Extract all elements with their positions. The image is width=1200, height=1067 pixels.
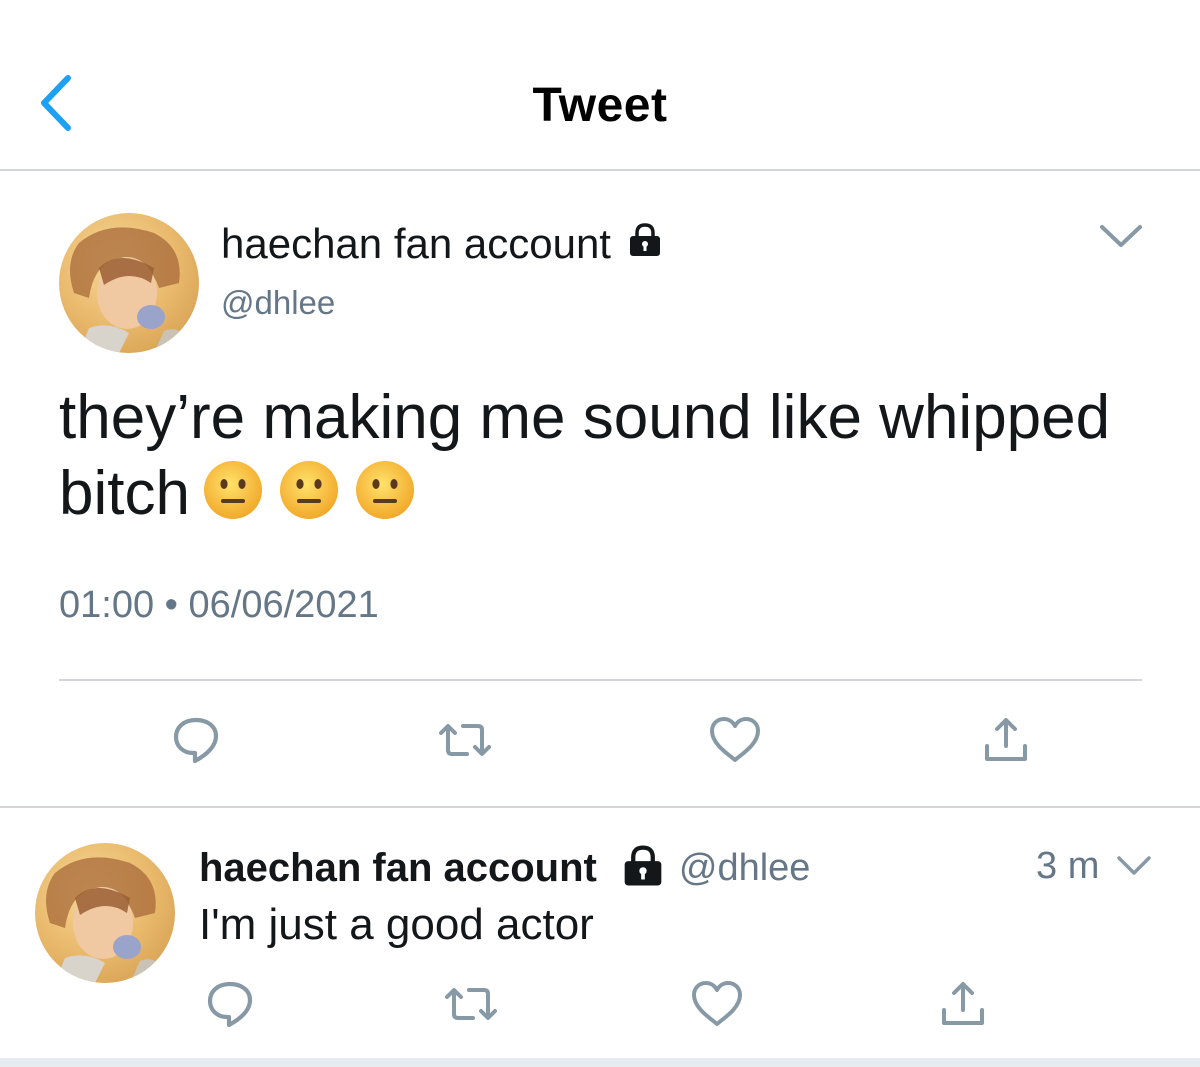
reply-author-name[interactable]: haechan fan account xyxy=(199,846,597,891)
tweet-text: they’re making me sound like whipped bit… xyxy=(59,380,1149,532)
meta-separator: • xyxy=(164,584,178,626)
page-title: Tweet xyxy=(532,79,668,132)
reply-avatar[interactable] xyxy=(35,843,175,983)
share-button[interactable] xyxy=(933,976,993,1036)
reply-header: haechan fan account @dhlee xyxy=(199,843,810,893)
section-divider xyxy=(0,806,1200,808)
tweet-time: 01:00 xyxy=(59,584,155,626)
author-name-row: haechan fan account xyxy=(221,220,663,268)
heart-icon xyxy=(690,980,744,1033)
avatar[interactable] xyxy=(59,213,199,353)
author-handle[interactable]: @dhlee xyxy=(221,284,335,322)
chevron-down-icon xyxy=(1116,855,1152,882)
header-divider xyxy=(0,169,1200,171)
chevron-down-icon xyxy=(1098,223,1144,254)
like-button[interactable] xyxy=(705,712,765,772)
retweet-button[interactable] xyxy=(441,976,501,1036)
reply-text: I'm just a good actor xyxy=(199,900,594,949)
lock-icon xyxy=(621,844,665,893)
neutral-face-emoji xyxy=(354,459,416,521)
reply-time: 3 m xyxy=(1036,845,1100,887)
share-icon xyxy=(940,980,986,1033)
tweet-timestamp: 01:00 • 06/06/2021 xyxy=(59,584,379,627)
tweet-date: 06/06/2021 xyxy=(188,584,379,626)
reply-button[interactable] xyxy=(200,976,260,1036)
author-name[interactable]: haechan fan account xyxy=(221,220,611,268)
neutral-face-emoji xyxy=(202,459,264,521)
reply-button[interactable] xyxy=(166,712,226,772)
tweet-menu-button[interactable] xyxy=(1095,218,1147,258)
bottom-separator xyxy=(0,1058,1200,1067)
retweet-icon xyxy=(443,982,499,1031)
lock-icon xyxy=(627,220,663,268)
share-icon xyxy=(983,716,1029,769)
retweet-icon xyxy=(437,718,493,767)
reply-icon xyxy=(170,714,222,771)
share-button[interactable] xyxy=(976,712,1036,772)
like-button[interactable] xyxy=(687,976,747,1036)
neutral-face-emoji xyxy=(278,459,340,521)
reply-menu-button[interactable] xyxy=(1112,848,1156,888)
heart-icon xyxy=(708,716,762,769)
tweet-divider xyxy=(59,679,1142,681)
reply-author-handle[interactable]: @dhlee xyxy=(679,847,811,890)
reply-icon xyxy=(204,978,256,1035)
emoji-group xyxy=(202,459,416,521)
retweet-button[interactable] xyxy=(435,712,495,772)
